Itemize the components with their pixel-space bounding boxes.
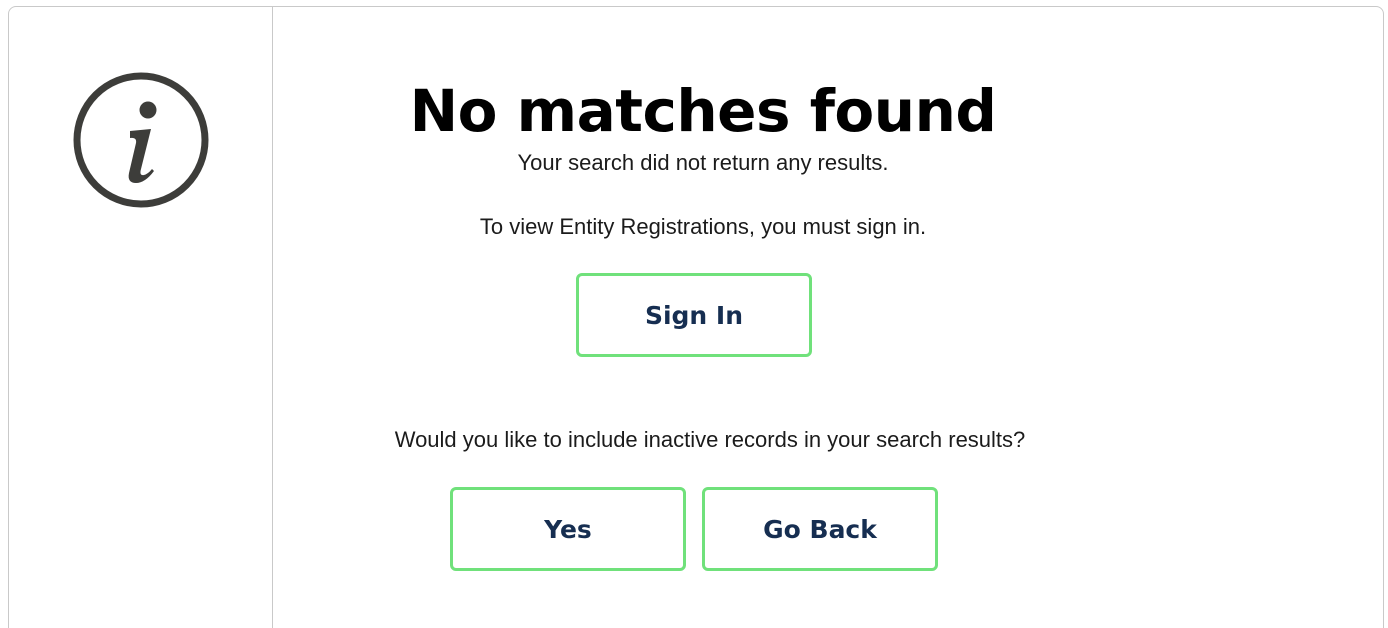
go-back-button[interactable]: Go Back: [702, 487, 938, 571]
page-title: No matches found: [409, 77, 997, 145]
no-results-subtitle: Your search did not return any results.: [517, 150, 889, 175]
page: No matches found Your search did not ret…: [0, 0, 1388, 628]
icon-column: [9, 7, 273, 628]
info-icon: [73, 72, 209, 208]
signin-message: To view Entity Registrations, you must s…: [479, 214, 927, 239]
no-results-card: No matches found Your search did not ret…: [8, 6, 1384, 628]
message-content: No matches found Your search did not ret…: [273, 7, 1383, 628]
yes-button[interactable]: Yes: [450, 487, 686, 571]
inactive-records-question: Would you like to include inactive recor…: [394, 427, 1026, 452]
sign-in-button[interactable]: Sign In: [576, 273, 812, 357]
